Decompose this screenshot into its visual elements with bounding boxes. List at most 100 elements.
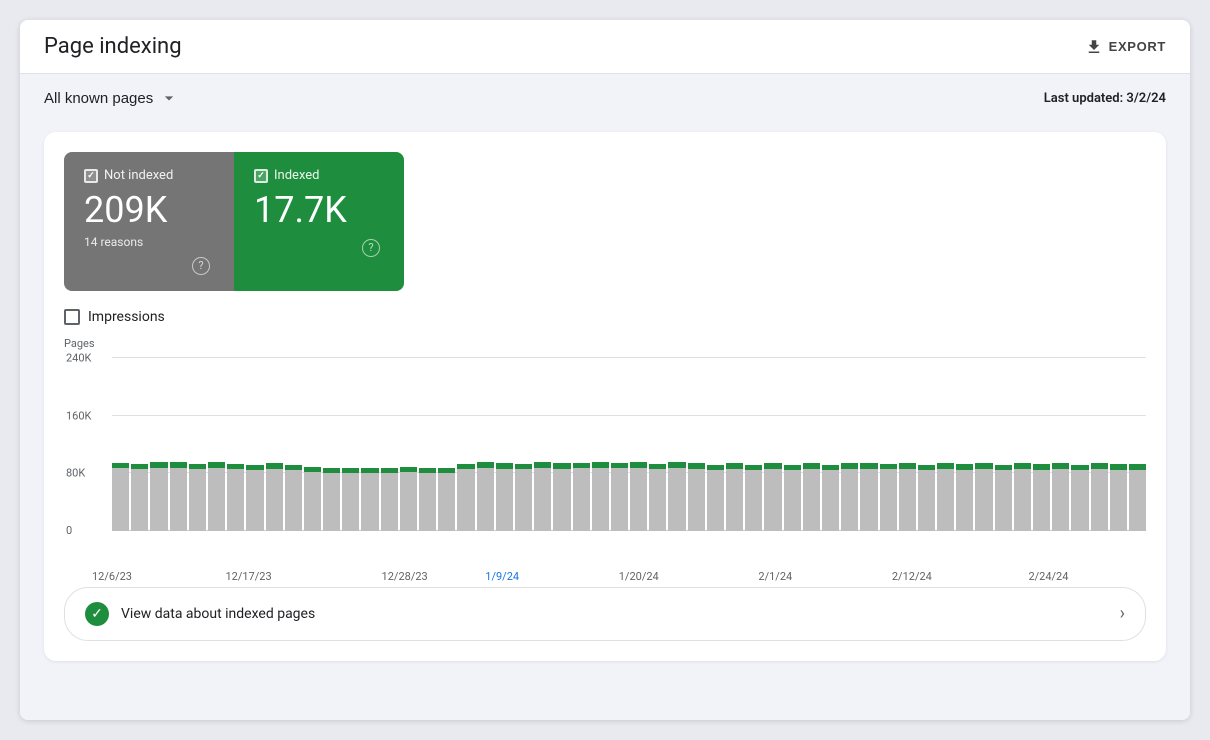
- subheader: All known pages Last updated: 3/2/24: [20, 74, 1190, 122]
- x-label: 1/20/24: [619, 570, 659, 583]
- bar-group: [1129, 357, 1146, 531]
- bar-not-indexed: [323, 473, 340, 531]
- bar-not-indexed: [419, 473, 436, 531]
- bar-not-indexed: [1110, 470, 1127, 531]
- impressions-checkbox[interactable]: [64, 309, 80, 325]
- indexed-footer: ?: [254, 239, 380, 257]
- x-label: 2/1/24: [758, 570, 792, 583]
- bar-group: [630, 357, 647, 531]
- indexed-link[interactable]: ✓ View data about indexed pages ›: [64, 587, 1146, 641]
- header: Page indexing EXPORT: [20, 20, 1190, 74]
- bar-not-indexed: [630, 468, 647, 530]
- chart-container: Pages 240K 160K 80K 0: [64, 337, 1146, 567]
- bar-group: [649, 357, 666, 531]
- filter-label: All known pages: [44, 90, 153, 107]
- indexed-checkbox[interactable]: [254, 169, 268, 183]
- bar-group: [573, 357, 590, 531]
- bar-group: [592, 357, 609, 531]
- not-indexed-box: Not indexed 209K 14 reasons ?: [64, 152, 234, 291]
- bar-group: [496, 357, 513, 531]
- stats-row: Not indexed 209K 14 reasons ? Indexed 17…: [64, 152, 404, 291]
- bar-group: [1071, 357, 1088, 531]
- chart-area: 240K 160K 80K 0: [112, 357, 1146, 531]
- bar-not-indexed: [956, 470, 973, 531]
- bar-group: [419, 357, 436, 531]
- bar-not-indexed: [381, 473, 398, 531]
- bar-group: [764, 357, 781, 531]
- bar-not-indexed: [1052, 469, 1069, 531]
- bar-group: [304, 357, 321, 531]
- bar-not-indexed: [995, 470, 1012, 531]
- bar-group: [726, 357, 743, 531]
- bar-group: [208, 357, 225, 531]
- not-indexed-checkbox[interactable]: [84, 169, 98, 183]
- bar-not-indexed: [841, 469, 858, 531]
- page-title: Page indexing: [44, 34, 182, 59]
- x-label: 1/9/24: [485, 570, 519, 583]
- bar-group: [611, 357, 628, 531]
- bar-group: [1014, 357, 1031, 531]
- bar-not-indexed: [515, 469, 532, 531]
- bar-group: [1110, 357, 1127, 531]
- bar-not-indexed: [400, 472, 417, 531]
- bar-group: [918, 357, 935, 531]
- bar-not-indexed: [975, 469, 992, 531]
- bar-group: [246, 357, 263, 531]
- bar-not-indexed: [668, 468, 685, 530]
- not-indexed-help-icon[interactable]: ?: [192, 257, 210, 275]
- main-card: Not indexed 209K 14 reasons ? Indexed 17…: [44, 132, 1166, 661]
- bar-group: [937, 357, 954, 531]
- bar-not-indexed: [457, 469, 474, 531]
- export-button[interactable]: EXPORT: [1085, 38, 1166, 56]
- x-label: 12/6/23: [92, 570, 132, 583]
- bar-group: [361, 357, 378, 531]
- bar-group: [707, 357, 724, 531]
- last-updated-prefix: Last updated:: [1044, 91, 1123, 106]
- bar-group: [227, 357, 244, 531]
- bar-not-indexed: [285, 470, 302, 530]
- y-label-160k: 160K: [66, 409, 91, 422]
- x-label: 2/24/24: [1028, 570, 1068, 583]
- bar-not-indexed: [1033, 470, 1050, 531]
- bar-group: [1033, 357, 1050, 531]
- export-icon: [1085, 38, 1103, 56]
- bar-group: [285, 357, 302, 531]
- bar-group: [438, 357, 455, 531]
- page-indexing-window: Page indexing EXPORT All known pages Las…: [20, 20, 1190, 720]
- bar-not-indexed: [553, 469, 570, 531]
- bar-group: [534, 357, 551, 531]
- impressions-row: Impressions: [64, 309, 1146, 325]
- bar-not-indexed: [784, 470, 801, 531]
- filter-button[interactable]: All known pages: [44, 88, 179, 108]
- bar-not-indexed: [170, 468, 187, 530]
- bar-not-indexed: [438, 473, 455, 530]
- bar-not-indexed: [1129, 470, 1146, 531]
- x-label: 12/28/23: [382, 570, 428, 583]
- bar-not-indexed: [1091, 469, 1108, 531]
- bar-not-indexed: [860, 469, 877, 531]
- bar-not-indexed: [477, 468, 494, 530]
- bar-group: [822, 357, 839, 531]
- impressions-label: Impressions: [88, 309, 165, 325]
- bar-group: [745, 357, 762, 531]
- bar-not-indexed: [745, 470, 762, 531]
- not-indexed-footer: ?: [84, 257, 210, 275]
- chevron-right-icon: ›: [1120, 603, 1125, 624]
- bar-not-indexed: [803, 469, 820, 531]
- indexed-value: 17.7K: [254, 191, 380, 231]
- bar-group: [899, 357, 916, 531]
- bar-not-indexed: [688, 469, 705, 531]
- bar-group: [515, 357, 532, 531]
- bar-group: [880, 357, 897, 531]
- bar-group: [668, 357, 685, 531]
- indexed-help-icon[interactable]: ?: [362, 239, 380, 257]
- bar-not-indexed: [304, 472, 321, 531]
- bar-not-indexed: [227, 469, 244, 531]
- bar-not-indexed: [937, 469, 954, 531]
- bar-not-indexed: [342, 473, 359, 531]
- indexed-label: Indexed: [274, 168, 320, 183]
- bar-not-indexed: [361, 473, 378, 531]
- indexed-header: Indexed: [254, 168, 380, 183]
- bar-group: [323, 357, 340, 531]
- bar-not-indexed: [534, 468, 551, 530]
